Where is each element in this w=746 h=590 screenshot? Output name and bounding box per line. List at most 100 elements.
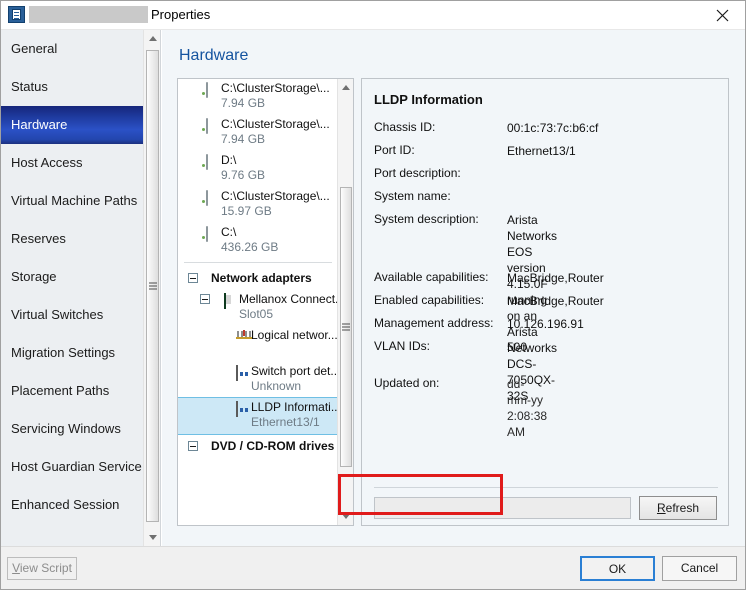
properties-dialog: Properties General Status Hardware Host Acc… <box>0 0 746 590</box>
tree-item[interactable]: Mellanox Connect...Slot05 <box>178 290 338 326</box>
tree-scrollbar[interactable] <box>337 79 353 525</box>
detail-field-label: Available capabilities: <box>374 270 489 284</box>
sidebar[interactable]: General Status Hardware Host Access Virtual … <box>1 30 161 546</box>
detail-field-label: Chassis ID: <box>374 120 435 134</box>
tree-item-title: C:\ClusterStorage\... <box>221 189 330 203</box>
detail-field-value: 500 <box>507 339 527 355</box>
sidebar-item-label: General <box>11 41 57 56</box>
sidebar-item-label: Host Access <box>11 155 83 170</box>
detail-title: LLDP Information <box>374 92 483 107</box>
cancel-button[interactable]: Cancel <box>662 556 737 581</box>
close-icon[interactable] <box>700 1 745 30</box>
tree-item-subtitle: Slot05 <box>239 307 273 321</box>
detail-field-label: VLAN IDs: <box>374 339 430 353</box>
drive-icon <box>206 190 208 206</box>
tree-scroll-down-arrow-icon[interactable] <box>338 508 354 525</box>
tree-item[interactable]: C:\ClusterStorage\...15.97 GB <box>178 187 338 223</box>
tree-group-label: Network adapters <box>211 271 312 285</box>
ok-button[interactable]: OK <box>580 556 655 581</box>
tree-item-subtitle: 7.94 GB <box>221 96 265 110</box>
title-bar: Properties <box>1 1 745 30</box>
scroll-up-arrow-icon[interactable] <box>144 30 161 47</box>
drive-icon <box>206 226 208 242</box>
collapse-expander-icon[interactable] <box>200 294 210 304</box>
sidebar-item-label: Hardware <box>11 117 67 132</box>
sidebar-item-status[interactable]: Status <box>1 68 160 106</box>
detail-field-label: Port description: <box>374 166 461 180</box>
sidebar-item-placement-paths[interactable]: Placement Paths <box>1 372 160 410</box>
tree-item-title: Logical networ... <box>251 328 338 342</box>
tree-item[interactable]: C:\ClusterStorage\...7.94 GB <box>178 79 338 115</box>
sidebar-item-general[interactable]: General <box>1 30 160 68</box>
tree-item-title: Switch port det... <box>251 364 338 378</box>
detail-field-label: System description: <box>374 212 479 226</box>
sidebar-item-enhanced-session[interactable]: Enhanced Session <box>1 486 160 524</box>
collapse-expander-icon[interactable] <box>188 273 198 283</box>
tree-separator <box>184 262 332 263</box>
tree-item-subtitle: 9.76 GB <box>221 168 265 182</box>
drive-icon <box>206 82 208 98</box>
tree-item-subtitle: 436.26 GB <box>221 240 278 254</box>
view-script-button[interactable]: View Script <box>7 557 77 580</box>
lldp-port-icon <box>236 401 238 417</box>
sidebar-item-label: Status <box>11 79 48 94</box>
network-card-icon <box>224 293 226 309</box>
sidebar-item-servicing-windows[interactable]: Servicing Windows <box>1 410 160 448</box>
collapse-expander-icon[interactable] <box>188 441 198 451</box>
detail-field-value: 10.126.196.91 <box>507 316 584 332</box>
detail-field-label: System name: <box>374 189 451 203</box>
sidebar-item-label: Placement Paths <box>11 383 109 398</box>
window-title: Properties <box>151 6 210 23</box>
tree-item[interactable]: C:\ClusterStorage\...7.94 GB <box>178 115 338 151</box>
tree-item[interactable]: LLDP Informati...Ethernet13/1 <box>178 398 338 434</box>
tree-scrollbar-thumb[interactable] <box>340 187 352 467</box>
hardware-tree[interactable]: C:\ClusterStorage\...7.94 GBC:\ClusterSt… <box>177 78 354 526</box>
tree-group-dvd-cd-rom-drives[interactable]: DVD / CD-ROM drives <box>178 434 338 458</box>
detail-field-value: dd-mm-yy 2:08:38 AM <box>507 376 547 440</box>
sidebar-item-host-guardian-service[interactable]: Host Guardian Service <box>1 448 160 486</box>
tree-item[interactable]: Switch port det...Unknown <box>178 362 338 398</box>
sidebar-item-label: Storage <box>11 269 57 284</box>
tree-item-subtitle: 15.97 GB <box>221 204 272 218</box>
tree-item-title: LLDP Informati... <box>251 400 338 414</box>
detail-field-label: Enabled capabilities: <box>374 293 484 307</box>
sidebar-scrollbar[interactable] <box>143 30 160 546</box>
tree-item[interactable]: C:\436.26 GB <box>178 223 338 259</box>
refresh-button[interactable]: Refresh <box>639 496 717 520</box>
detail-separator <box>374 487 718 488</box>
drive-icon <box>206 118 208 134</box>
sidebar-item-storage[interactable]: Storage <box>1 258 160 296</box>
sidebar-item-partial[interactable] <box>1 524 160 536</box>
tree-item-subtitle: 7.94 GB <box>221 132 265 146</box>
redacted-host-name <box>29 6 148 23</box>
main-content: Hardware C:\ClusterStorage\...7.94 GBC:\… <box>162 30 745 546</box>
tree-item[interactable]: Logical networ... <box>178 326 338 362</box>
sidebar-item-label: Migration Settings <box>11 345 115 360</box>
sidebar-scrollbar-thumb[interactable] <box>146 50 159 522</box>
detail-field-label: Port ID: <box>374 143 415 157</box>
refresh-input[interactable] <box>374 497 631 519</box>
tree-group-network-adapters[interactable]: Network adapters <box>178 266 338 290</box>
page-title: Hardware <box>179 47 248 65</box>
sidebar-item-label: Virtual Switches <box>11 307 103 322</box>
document-icon <box>8 6 25 23</box>
sidebar-item-label: Virtual Machine Paths <box>11 193 137 208</box>
tree-item-title: C:\ <box>221 225 236 239</box>
tree-item-title: Mellanox Connect... <box>239 292 338 306</box>
sidebar-item-virtual-machine-paths[interactable]: Virtual Machine Paths <box>1 182 160 220</box>
sidebar-item-host-access[interactable]: Host Access <box>1 144 160 182</box>
sidebar-item-reserves[interactable]: Reserves <box>1 220 160 258</box>
sidebar-item-migration-settings[interactable]: Migration Settings <box>1 334 160 372</box>
dialog-footer: View Script OK Cancel <box>1 546 745 589</box>
tree-scroll-up-arrow-icon[interactable] <box>338 79 354 96</box>
sidebar-item-label: Servicing Windows <box>11 421 121 436</box>
sidebar-item-label: Reserves <box>11 231 66 246</box>
sidebar-item-virtual-switches[interactable]: Virtual Switches <box>1 296 160 334</box>
scroll-down-arrow-icon[interactable] <box>144 529 161 546</box>
detail-field-label: Management address: <box>374 316 493 330</box>
detail-field-label: Updated on: <box>374 376 439 390</box>
sidebar-item-hardware[interactable]: Hardware <box>1 106 160 144</box>
tree-item[interactable]: D:\9.76 GB <box>178 151 338 187</box>
switch-port-icon <box>236 365 238 381</box>
sidebar-item-label: Host Guardian Service <box>11 459 142 474</box>
